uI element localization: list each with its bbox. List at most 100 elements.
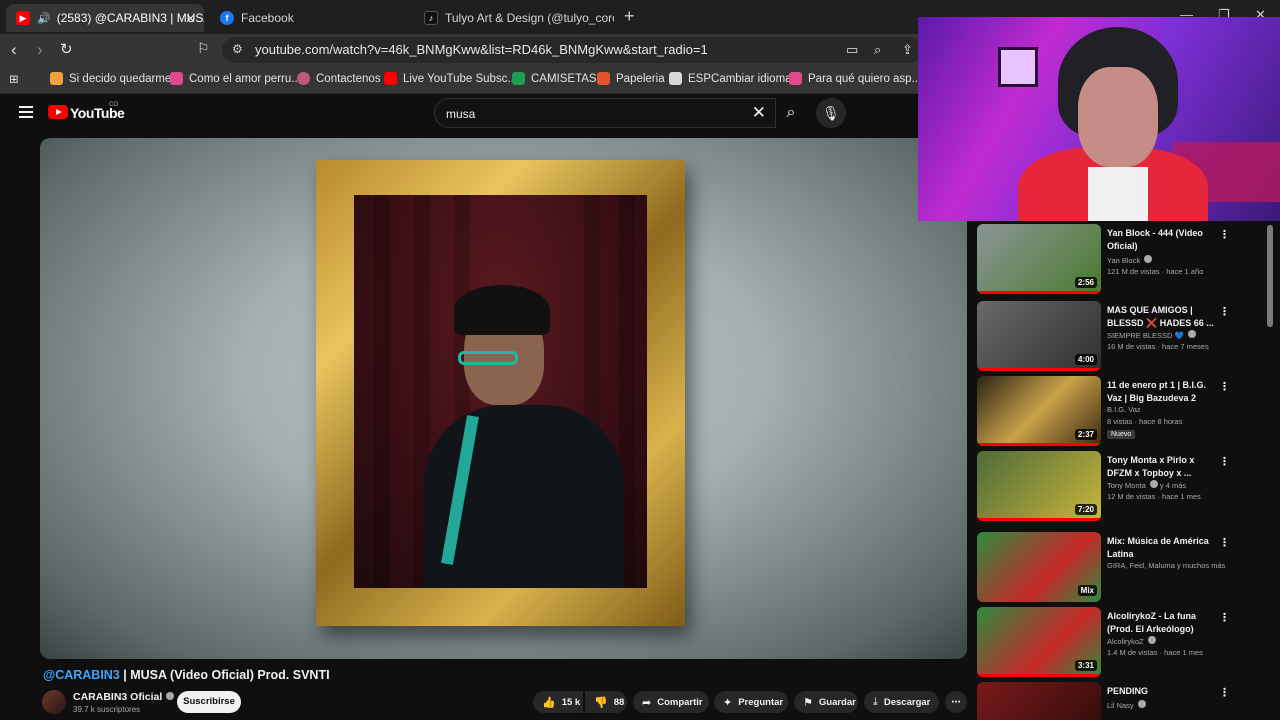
recommended-title[interactable]: MAS QUE AMIGOS | BLESSD ❌ HADES 66 ... xyxy=(1107,304,1215,329)
share-page-icon[interactable]: ⇪ xyxy=(902,42,913,58)
tab-tiktok[interactable]: ♪ Tulyo Art & Design (@tulyo_coronad xyxy=(414,4,614,32)
bookmark-label: Contactenos xyxy=(316,72,381,85)
recommended-title[interactable]: Mix: Música de América Latina xyxy=(1107,535,1215,560)
recommended-title[interactable]: Yan Block - 444 (Video Oficial) xyxy=(1107,227,1215,252)
video-thumbnail[interactable]: 7:20 xyxy=(977,451,1101,521)
subscribe-button[interactable]: Suscribirse xyxy=(177,691,241,713)
tab-title: Facebook xyxy=(241,11,294,25)
recommended-video[interactable]: 4:00 MAS QUE AMIGOS | BLESSD ❌ HADES 66 … xyxy=(975,299,1265,371)
screen: ▶ 🔊 (2583) @CARABIN3 | MUSA ( ✕ f Facebo… xyxy=(0,0,1280,720)
new-tab-icon[interactable]: + xyxy=(624,6,635,27)
tab-facebook[interactable]: f Facebook xyxy=(210,4,406,32)
recommended-channel[interactable]: B.I.G. Vaz xyxy=(1107,405,1141,414)
recommended-channel[interactable]: Yan Block xyxy=(1107,256,1140,265)
recommended-video[interactable]: 2:56 Yan Block - 444 (Video Oficial) Yan… xyxy=(975,222,1265,294)
recommended-video[interactable]: 3:31 AlcolirykoZ - La funa (Prod. El Ark… xyxy=(975,605,1265,677)
recommended-channel[interactable]: Tony Monta xyxy=(1107,481,1146,490)
back-icon[interactable]: ‹ xyxy=(11,40,17,60)
dislike-button[interactable]: 👎 88 xyxy=(585,691,627,713)
bookmark-favicon-icon xyxy=(50,72,63,85)
cast-icon[interactable]: ▭ xyxy=(846,42,858,58)
bookmark-favicon-icon xyxy=(512,72,525,85)
channel-name[interactable]: CARABIN3 Oficial xyxy=(73,691,175,703)
more-options-icon[interactable]: ⋮ xyxy=(1219,380,1230,393)
video-thumbnail[interactable]: 3:31 xyxy=(977,607,1101,677)
verified-icon xyxy=(1187,330,1196,338)
download-button[interactable]: ⤓ Descargar xyxy=(864,691,939,713)
recommended-video[interactable]: PENDING Lil Nasy ⋮ xyxy=(975,680,1265,720)
recommended-channel[interactable]: AlcolirykoZ xyxy=(1107,637,1144,646)
save-button[interactable]: ⚑ Guardar xyxy=(794,691,858,713)
apps-icon[interactable]: ⊞ xyxy=(9,72,19,86)
recommended-channel: GIRA, Feid, Maluma y muchos más xyxy=(1107,561,1226,570)
channel-avatar[interactable] xyxy=(42,690,66,714)
recommended-mix[interactable]: Mix Mix: Música de América Latina GIRA, … xyxy=(975,530,1265,602)
address-bar[interactable]: ⚙ youtube.com/watch?v=46k_BNMgKww&list=R… xyxy=(222,37,922,63)
bookmark-label: Live YouTube Subsc... xyxy=(403,72,518,85)
video-thumbnail[interactable]: 4:00 xyxy=(977,301,1101,371)
bookmark-item[interactable]: CAMISETAS xyxy=(512,72,597,85)
more-options-icon[interactable]: ⋮ xyxy=(1219,305,1230,318)
like-button[interactable]: 👍 15 k xyxy=(533,691,583,713)
verified-icon xyxy=(1147,636,1156,644)
bookmark-item[interactable]: ESPCambiar idioma: xyxy=(669,72,795,85)
close-tab-icon[interactable]: ✕ xyxy=(185,11,196,27)
more-options-icon[interactable]: ⋮ xyxy=(1219,455,1230,468)
video-thumbnail[interactable]: 2:56 xyxy=(977,224,1101,294)
bookmark-item[interactable]: Papeleria xyxy=(597,72,665,85)
recommended-title[interactable]: AlcolirykoZ - La funa (Prod. El Arkeólog… xyxy=(1107,610,1215,635)
bookmark-item[interactable]: Contactenos xyxy=(297,72,381,85)
subscriber-count: 39.7 k suscriptores xyxy=(73,705,141,714)
bookmark-item[interactable]: Si decido quedarme xyxy=(50,72,171,85)
bookmark-icon[interactable]: ⚐ xyxy=(197,40,210,57)
thumbs-down-icon: 👎 xyxy=(594,696,608,709)
verified-icon xyxy=(1144,255,1153,263)
download-label: Descargar xyxy=(883,696,931,708)
youtube-logo-icon[interactable] xyxy=(48,105,68,119)
reload-icon[interactable]: ↻ xyxy=(60,40,73,58)
site-info-icon[interactable]: ⚙ xyxy=(232,42,243,56)
video-thumbnail[interactable]: Mix xyxy=(977,532,1101,602)
clear-search-icon[interactable]: ✕ xyxy=(752,103,766,123)
recommended-channel[interactable]: Lil Nasy xyxy=(1107,701,1134,710)
search-icon[interactable]: ⌕ xyxy=(776,98,806,128)
bookmark-item[interactable]: Como el amor perru... xyxy=(170,72,301,85)
video-player[interactable] xyxy=(40,138,967,659)
verified-icon xyxy=(166,692,175,700)
microphone-icon[interactable]: 🎙 xyxy=(816,98,846,128)
tiktok-icon: ♪ xyxy=(424,11,438,25)
recommended-video[interactable]: 7:20 Tony Monta x Pirlo x DFZM x Topboy … xyxy=(975,449,1265,521)
new-badge: Nuevo xyxy=(1107,430,1136,439)
bookmark-item[interactable]: Live YouTube Subsc... xyxy=(384,72,517,85)
channel-mention-link[interactable]: @CARABIN3 xyxy=(43,668,120,682)
video-thumbnail[interactable] xyxy=(977,682,1101,720)
recommended-meta: 16 M de vistas · hace 7 meses xyxy=(1107,342,1209,351)
tab-youtube[interactable]: ▶ 🔊 (2583) @CARABIN3 | MUSA ( ✕ xyxy=(6,4,204,32)
ask-button[interactable]: ✦ Preguntar xyxy=(714,691,788,713)
more-options-icon[interactable]: ⋮ xyxy=(1219,536,1230,549)
audio-playing-icon[interactable]: 🔊 xyxy=(37,12,51,25)
url-text: youtube.com/watch?v=46k_BNMgKww&list=RD4… xyxy=(255,42,708,57)
search-input[interactable]: musa ✕ xyxy=(434,98,776,128)
bookmark-label: CAMISETAS xyxy=(531,72,597,85)
more-options-icon[interactable]: ⋮ xyxy=(1219,611,1230,624)
recommended-title[interactable]: 11 de enero pt 1 | B.I.G. Vaz | Big Bazu… xyxy=(1107,379,1215,404)
recommended-title[interactable]: Tony Monta x Pirlo x DFZM x Topboy x ... xyxy=(1107,454,1215,479)
duration-badge: 3:31 xyxy=(1074,660,1097,671)
recommended-video[interactable]: 2:37 11 de enero pt 1 | B.I.G. Vaz | Big… xyxy=(975,374,1265,446)
more-options-icon[interactable]: ⋮ xyxy=(1219,686,1230,699)
forward-icon[interactable]: › xyxy=(37,40,43,60)
video-thumbnail[interactable]: 2:37 xyxy=(977,376,1101,446)
sidebar-scrollbar[interactable] xyxy=(1267,225,1273,327)
more-options-icon[interactable]: ⋮ xyxy=(1219,228,1230,241)
recommended-meta: 12 M de vistas · hace 1 mes xyxy=(1107,492,1201,501)
recommended-meta: 121 M de vistas · hace 1 año xyxy=(1107,267,1204,276)
zoom-icon[interactable]: ⌕ xyxy=(874,42,881,58)
menu-icon[interactable] xyxy=(19,106,33,118)
more-actions-icon[interactable]: ⋯ xyxy=(945,691,967,713)
bookmark-item[interactable]: Para qué quiero asp... xyxy=(789,72,921,85)
share-button[interactable]: ➦ Compartir xyxy=(633,691,709,713)
recommended-title[interactable]: PENDING xyxy=(1107,685,1215,698)
recommended-channel[interactable]: SIEMPRE BLESSD 💙 xyxy=(1107,331,1184,340)
recommendations-sidebar: 2:56 Yan Block - 444 (Video Oficial) Yan… xyxy=(975,222,1265,720)
